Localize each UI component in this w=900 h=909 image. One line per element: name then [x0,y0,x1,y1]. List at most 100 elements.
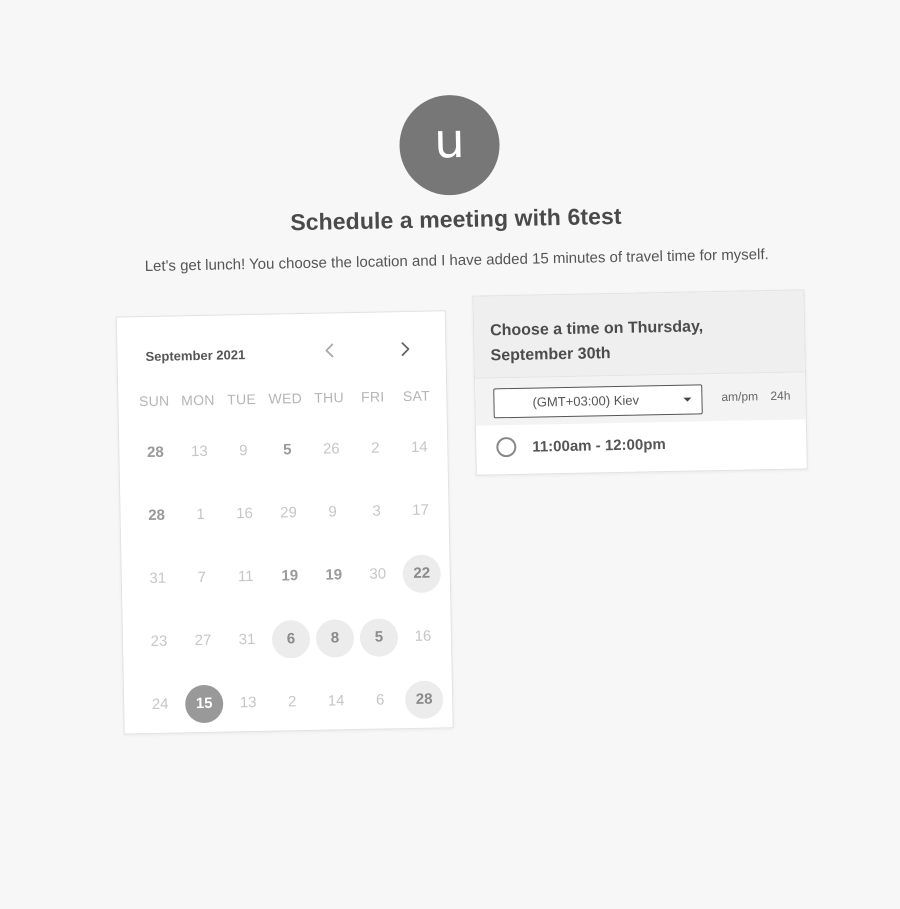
calendar-day: 1 [178,483,223,547]
host-avatar: u [398,94,501,197]
calendar-day: 29 [266,481,311,545]
calendar-day: 2 [270,670,315,734]
calendar-day-number: 24 [151,695,169,713]
time-picker-heading: Choose a time on Thursday, September 30t… [473,290,805,379]
calendar-day: 2 [353,416,398,480]
timezone-value: (GMT+03:00) Kiev [532,392,640,410]
calendar-day-number: 17 [412,501,430,519]
timezone-select[interactable]: (GMT+03:00) Kiev [493,384,703,419]
calendar-day: 30 [355,542,400,606]
calendar-day-number: 31 [149,569,167,587]
calendar-day: 19 [267,544,312,608]
calendar-day-number: 9 [239,442,248,460]
calendar-day: 17 [398,478,443,542]
calendar-day-grid: 28 13 9 5 26 2 14 28 1 16 29 9 3 17 31 7 11 19 19 30 22 23 27 3… [133,415,447,736]
calendar-day: 13 [226,671,271,735]
calendar-day-number: 1 [196,505,205,524]
radio-button[interactable] [496,436,517,458]
calendar-day: 28 [134,483,179,547]
calendar-day: 3 [354,479,399,543]
calendar-day: 11 [223,545,268,609]
calendar-day-number: 6 [375,691,385,709]
calendar-day-number: 19 [281,567,299,585]
calendar-day-available[interactable]: 6 [268,607,313,671]
calendar-day-available[interactable]: 28 [402,667,447,731]
calendar-day-number: 28 [148,506,166,524]
calendar-day-number: 11 [237,567,254,586]
calendar-day-number: 3 [372,502,381,520]
calendar-day: 16 [400,604,445,668]
time-picker-card: Choose a time on Thursday, September 30t… [472,289,808,476]
calendar-day-number: 13 [239,693,257,712]
calendar-day-number: 26 [322,440,340,458]
calendar-day-number: 19 [325,566,343,584]
caret-down-icon [683,397,692,402]
weekday-header: SUN MON TUE WED THU FRI SAT [132,387,438,410]
booking-page: u Schedule a meeting with 6test Let's ge… [0,0,900,909]
calendar-day-number: 31 [238,630,256,649]
calendar-day-number: 5 [283,441,292,459]
next-month-button[interactable] [391,336,417,362]
weekday-label: WED [268,390,303,407]
calendar-day-number: 16 [414,627,432,645]
calendar-day-number: 7 [197,568,207,587]
calendar-day: 7 [179,546,224,610]
format-24h-toggle[interactable]: 24h [770,389,790,403]
calendar-day-number: 22 [402,553,442,593]
calendar-day-number: 13 [190,442,208,461]
format-ampm-toggle[interactable]: am/pm [721,389,758,404]
calendar-day-number: 28 [146,443,164,462]
calendar-day-number: 14 [327,692,345,710]
prev-month-button[interactable] [317,337,343,363]
weekday-label: MON [181,391,215,409]
calendar-day: 19 [311,543,356,607]
calendar-day: 26 [309,417,354,481]
calendar-day: 14 [314,669,359,733]
calendar-day-selected[interactable]: 15 [182,672,227,736]
calendar-day-number: 27 [194,631,212,650]
calendar-day: 24 [138,672,183,736]
calendar-day-number: 14 [410,438,428,456]
weekday-label: TUE [227,390,257,408]
calendar-day-number: 29 [280,504,298,522]
calendar-day: 9 [221,419,266,483]
calendar-day: 27 [180,609,225,673]
calendar-day: 14 [397,415,442,479]
calendar-day-number: 2 [287,693,297,711]
calendar-day-number: 8 [315,618,355,658]
calendar-day-available[interactable]: 22 [399,541,444,605]
calendar-day-available[interactable]: 8 [312,606,357,670]
calendar-day-number: 15 [184,684,224,723]
calendar-day-number: 2 [370,439,380,457]
calendar-day-number: 16 [236,504,254,523]
calendar-day-available[interactable]: 5 [356,605,401,669]
calendar-day: 31 [135,546,180,610]
calendar-day: 13 [177,420,222,484]
calendar-day: 6 [358,668,403,732]
calendar-day: 23 [136,609,181,673]
weekday-label: SUN [138,392,170,410]
calendar-day: 16 [222,482,267,546]
page-title: Schedule a meeting with 6test [290,202,622,236]
calendar-day-number: 30 [369,565,387,583]
calendar-card: September 2021 SUN MON TUE WED THU FRI S… [115,310,454,736]
time-slot[interactable]: 11:00am - 12:00pm [476,419,807,475]
calendar-month-label: September 2021 [145,347,246,365]
calendar-day: 5 [265,418,310,482]
time-slot-label: 11:00am - 12:00pm [532,436,666,456]
weekday-label: THU [314,389,345,406]
timezone-row: (GMT+03:00) Kiev am/pm 24h [475,372,806,426]
meeting-description: Let's get lunch! You choose the location… [144,246,769,276]
calendar-day-number: 23 [150,632,168,650]
calendar-day: 28 [133,420,178,484]
calendar-day-number: 9 [328,503,337,521]
chevron-right-icon [401,342,410,356]
calendar-day-number: 6 [271,619,311,659]
calendar-day: 31 [224,608,269,672]
calendar-day: 9 [310,480,355,544]
weekday-label: SAT [402,387,431,405]
calendar-day-number: 5 [359,617,399,657]
calendar-day-number: 28 [404,679,444,719]
chevron-left-icon [325,343,334,358]
weekday-label: FRI [360,388,385,405]
